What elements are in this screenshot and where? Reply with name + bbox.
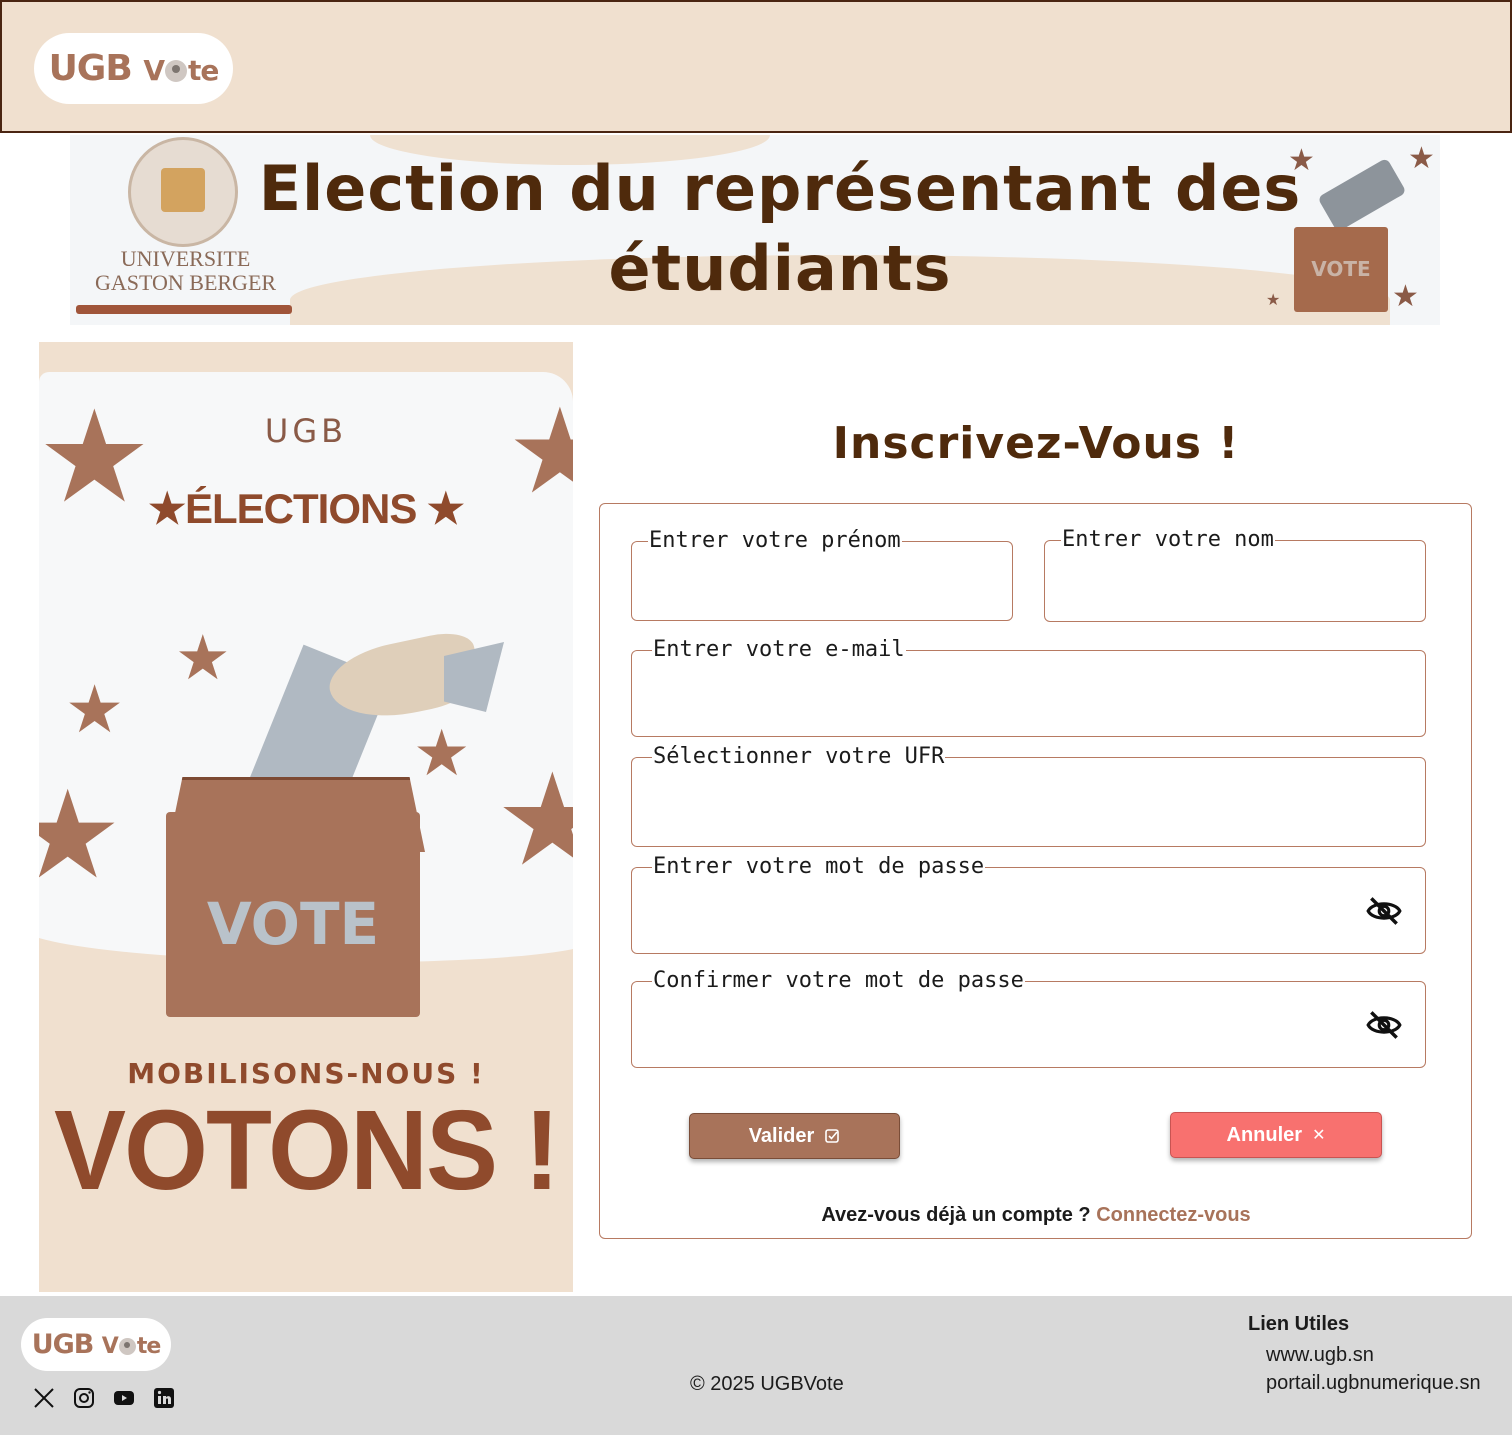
star-icon: ★ — [39, 764, 123, 906]
link-portail[interactable]: portail.ugbnumerique.sn — [1266, 1369, 1481, 1397]
ballot-paper-icon — [1317, 157, 1407, 233]
cancel-button[interactable]: Annuler ✕ — [1170, 1112, 1382, 1158]
firstname-label: Entrer votre prénom — [648, 528, 902, 554]
confirm-password-field[interactable]: Confirmer votre mot de passe — [631, 968, 1426, 1068]
star-icon: ★ — [1266, 292, 1281, 309]
star-icon: ★ — [1288, 144, 1315, 177]
password-field[interactable]: Entrer votre mot de passe — [631, 854, 1426, 954]
top-header: UGB Vte — [0, 0, 1512, 133]
close-icon: ✕ — [1312, 1127, 1326, 1144]
logo-text: UGB Vte — [48, 48, 220, 89]
star-icon: ★ — [413, 717, 471, 791]
ballot-box-label: VOTE — [206, 890, 380, 958]
useful-links: www.ugb.sn portail.ugbnumerique.sn — [1266, 1341, 1481, 1397]
email-label: Entrer votre e-mail — [652, 637, 906, 663]
footer: UGB Vte © 2025 UGBVote Lien Utiles www.u… — [0, 1296, 1512, 1435]
lastname-field[interactable]: Entrer votre nom — [1044, 527, 1426, 622]
star-icon: ★ — [175, 621, 231, 694]
firstname-field[interactable]: Entrer votre prénom — [631, 528, 1013, 621]
logo-o-icon — [118, 1338, 136, 1355]
login-prompt: Avez-vous déjà un compte ? Connectez-vou… — [821, 1204, 1251, 1226]
social-links — [32, 1386, 176, 1410]
eye-off-icon[interactable] — [1365, 892, 1403, 930]
logo-o-icon — [165, 60, 188, 82]
ufr-label: Sélectionner votre UFR — [652, 744, 946, 770]
star-icon: ★ — [39, 383, 152, 532]
ballot-box-icon: VOTE — [1294, 227, 1388, 312]
lastname-label: Entrer votre nom — [1061, 527, 1275, 553]
linkedin-icon[interactable] — [152, 1386, 176, 1410]
form-title: Inscrivez-Vous ! — [832, 418, 1240, 469]
email-field[interactable]: Entrer votre e-mail — [631, 637, 1426, 737]
ufr-select[interactable]: Sélectionner votre UFR — [631, 744, 1426, 847]
eye-off-icon[interactable] — [1365, 1006, 1403, 1044]
star-icon: ★ — [1408, 142, 1435, 175]
star-icon: ★ — [495, 746, 573, 895]
footer-logo[interactable]: UGB Vte — [21, 1318, 171, 1371]
ugbvote-logo[interactable]: UGB Vte — [34, 33, 233, 104]
university-seal-icon — [128, 137, 238, 247]
useful-links-title: Lien Utiles — [1248, 1313, 1350, 1335]
election-poster: UGB ★ÉLECTIONS ★ ★ ★ ★ ★ ★ ★ ★ VOTE MOBI… — [39, 342, 573, 1292]
link-ugb[interactable]: www.ugb.sn — [1266, 1341, 1481, 1369]
check-square-icon — [825, 1129, 840, 1143]
poster-votons: VOTONS ! — [53, 1085, 560, 1214]
election-banner: UNIVERSITE GASTON BERGER Election du rep… — [70, 135, 1440, 325]
page-title: Election du représentant des étudiants — [258, 152, 1302, 305]
star-icon: ★ — [507, 382, 573, 520]
password-label: Entrer votre mot de passe — [652, 854, 986, 880]
confirm-password-label: Confirmer votre mot de passe — [652, 968, 1025, 994]
star-icon: ★ — [65, 671, 125, 748]
instagram-icon[interactable] — [72, 1386, 96, 1410]
star-icon: ★ — [1392, 280, 1419, 313]
copyright-text: © 2025 UGBVote — [690, 1373, 844, 1395]
login-link[interactable]: Connectez-vous — [1096, 1204, 1250, 1226]
submit-button[interactable]: Valider — [689, 1113, 900, 1159]
youtube-icon[interactable] — [112, 1386, 136, 1410]
x-icon[interactable] — [32, 1386, 56, 1410]
